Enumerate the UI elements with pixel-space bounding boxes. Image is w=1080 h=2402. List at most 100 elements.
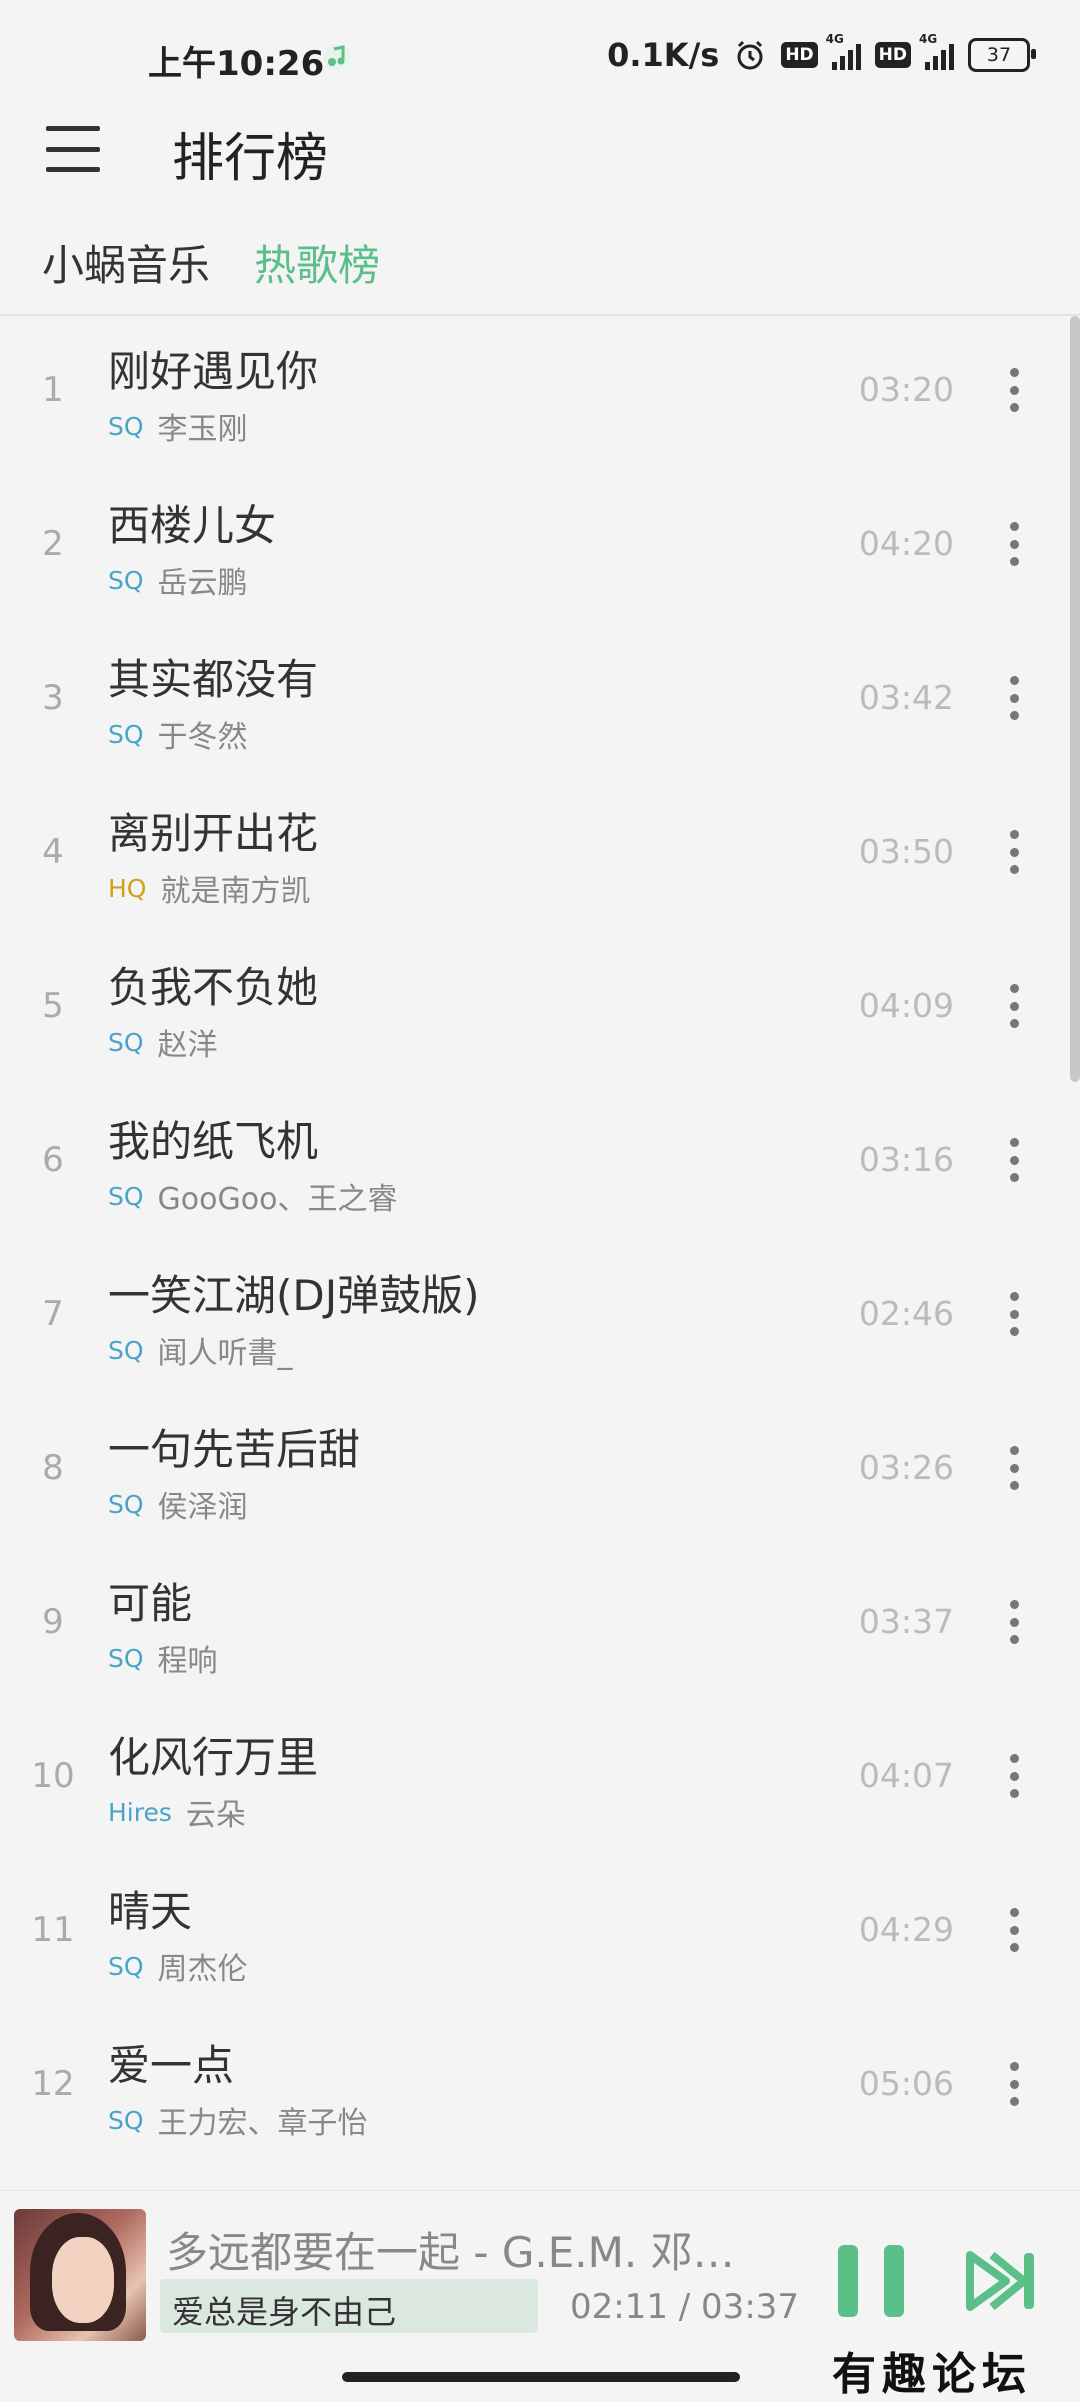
song-row[interactable]: 2 西楼儿女 SQ 岳云鹏 04:20: [0, 470, 1080, 624]
home-indicator[interactable]: [342, 2372, 740, 2382]
more-options-icon[interactable]: [1002, 984, 1026, 1028]
more-options-icon[interactable]: [1002, 1600, 1026, 1644]
network-type-label: 4G: [825, 32, 844, 46]
network-type-label: 4G: [919, 32, 938, 46]
song-meta: HQ 就是南方凯: [108, 866, 310, 910]
status-bar: 上午10:26 0.1K/s HD 4G HD 4G 37: [0, 0, 1080, 118]
song-meta: SQ 程响: [108, 1636, 218, 1680]
song-rank: 12: [31, 2064, 75, 2104]
song-duration: 05:06: [858, 2064, 954, 2103]
quality-badge: SQ: [108, 411, 144, 441]
song-title: 离别开出花: [108, 809, 319, 858]
pause-button[interactable]: [838, 2245, 904, 2317]
song-artist: 岳云鹏: [157, 566, 248, 601]
song-row[interactable]: 4 离别开出花 HQ 就是南方凯 03:50: [0, 778, 1080, 932]
song-duration: 04:09: [858, 986, 954, 1025]
song-artist: 侯泽润: [157, 1490, 248, 1525]
more-options-icon[interactable]: [1002, 2062, 1026, 2106]
song-title: 一笑江湖(DJ弹鼓版): [108, 1271, 480, 1320]
song-meta: SQ 闻人听書_: [108, 1328, 293, 1372]
song-artist: 闻人听書_: [157, 1336, 293, 1371]
song-duration: 03:16: [858, 1140, 954, 1179]
song-duration: 04:20: [858, 524, 954, 563]
song-meta: SQ GooGoo、王之睿: [108, 1174, 397, 1218]
lyric-box: 爱总是身不由己: [160, 2279, 538, 2333]
song-title: 我的纸飞机: [108, 1117, 319, 1166]
song-duration: 04:29: [858, 1910, 954, 1949]
alarm-icon: [737, 40, 763, 70]
song-duration: 03:42: [858, 678, 954, 717]
song-duration: 03:37: [858, 1602, 954, 1641]
scrollbar[interactable]: [1070, 316, 1080, 1082]
song-artist: 李玉刚: [157, 412, 248, 447]
network-speed: 0.1K/s: [607, 36, 720, 74]
song-rank: 9: [42, 1602, 64, 1642]
song-row[interactable]: 9 可能 SQ 程响 03:37: [0, 1548, 1080, 1702]
song-row[interactable]: 10 化风行万里 Hires 云朵 04:07: [0, 1702, 1080, 1856]
more-options-icon[interactable]: [1002, 522, 1026, 566]
song-artist: 于冬然: [157, 720, 248, 755]
song-rank: 2: [42, 524, 64, 564]
quality-badge: HQ: [108, 873, 147, 903]
signal-icon: 4G: [919, 32, 954, 70]
song-rank: 11: [31, 1910, 75, 1950]
song-duration: 03:26: [858, 1448, 954, 1487]
more-options-icon[interactable]: [1002, 1446, 1026, 1490]
song-duration: 02:46: [858, 1294, 954, 1333]
menu-icon[interactable]: [46, 124, 100, 174]
song-rank: 8: [42, 1448, 64, 1488]
song-artist: GooGoo、王之睿: [157, 1182, 398, 1217]
next-track-icon[interactable]: [966, 2249, 1038, 2313]
song-rank: 6: [42, 1140, 64, 1180]
tab-bar: 小蜗音乐 热歌榜: [42, 232, 380, 293]
song-rank: 10: [31, 1756, 75, 1796]
song-row[interactable]: 1 刚好遇见你 SQ 李玉刚 03:20: [0, 316, 1080, 470]
song-row[interactable]: 11 晴天 SQ 周杰伦 04:29: [0, 1856, 1080, 2010]
song-row[interactable]: 8 一句先苦后甜 SQ 侯泽润 03:26: [0, 1394, 1080, 1548]
tab-hot-songs[interactable]: 热歌榜: [254, 232, 380, 293]
song-artist: 赵洋: [157, 1028, 218, 1063]
battery-icon: 37: [968, 38, 1036, 72]
album-cover[interactable]: [14, 2209, 146, 2341]
song-row[interactable]: 6 我的纸飞机 SQ GooGoo、王之睿 03:16: [0, 1086, 1080, 1240]
signal-icon: 4G: [826, 32, 861, 70]
more-options-icon[interactable]: [1002, 676, 1026, 720]
tab-xiaowo-music[interactable]: 小蜗音乐: [42, 232, 210, 293]
more-options-icon[interactable]: [1002, 1138, 1026, 1182]
quality-badge: SQ: [108, 2105, 144, 2135]
song-list: 1 刚好遇见你 SQ 李玉刚 03:20 2 西楼儿女 SQ 岳云鹏 04:20 3 其实都没有 SQ 于…: [0, 316, 1080, 2164]
quality-badge: SQ: [108, 1335, 144, 1365]
song-artist: 程响: [157, 1644, 218, 1679]
more-options-icon[interactable]: [1002, 1908, 1026, 1952]
song-title: 其实都没有: [108, 655, 319, 704]
song-row[interactable]: 5 负我不负她 SQ 赵洋 04:09: [0, 932, 1080, 1086]
song-row[interactable]: 7 一笑江湖(DJ弹鼓版) SQ 闻人听書_ 02:46: [0, 1240, 1080, 1394]
page-title: 排行榜: [172, 129, 329, 189]
more-options-icon[interactable]: [1002, 1754, 1026, 1798]
status-time: 上午10:26: [148, 44, 325, 84]
lyric-line: 爱总是身不由己: [172, 2293, 397, 2331]
more-options-icon[interactable]: [1002, 368, 1026, 412]
song-meta: SQ 赵洋: [108, 1020, 218, 1064]
song-artist: 云朵: [185, 1798, 246, 1833]
song-row[interactable]: 12 爱一点 SQ 王力宏、章子怡 05:06: [0, 2010, 1080, 2164]
song-duration: 03:20: [858, 370, 954, 409]
song-meta: Hires 云朵: [108, 1790, 246, 1834]
song-meta: SQ 岳云鹏: [108, 558, 248, 602]
song-title: 西楼儿女: [108, 501, 277, 550]
song-title: 一句先苦后甜: [108, 1425, 361, 1474]
quality-badge: SQ: [108, 719, 144, 749]
battery-level: 37: [986, 44, 1012, 66]
song-row[interactable]: 3 其实都没有 SQ 于冬然 03:42: [0, 624, 1080, 778]
quality-badge: SQ: [108, 1489, 144, 1519]
more-options-icon[interactable]: [1002, 830, 1026, 874]
quality-badge: Hires: [108, 1797, 172, 1827]
music-notification-icon: [324, 44, 350, 70]
quality-badge: SQ: [108, 1643, 144, 1673]
song-artist: 周杰伦: [157, 1952, 248, 1987]
song-rank: 7: [42, 1294, 64, 1334]
song-title: 爱一点: [108, 2041, 235, 2090]
song-meta: SQ 李玉刚: [108, 404, 248, 448]
quality-badge: SQ: [108, 1181, 144, 1211]
more-options-icon[interactable]: [1002, 1292, 1026, 1336]
